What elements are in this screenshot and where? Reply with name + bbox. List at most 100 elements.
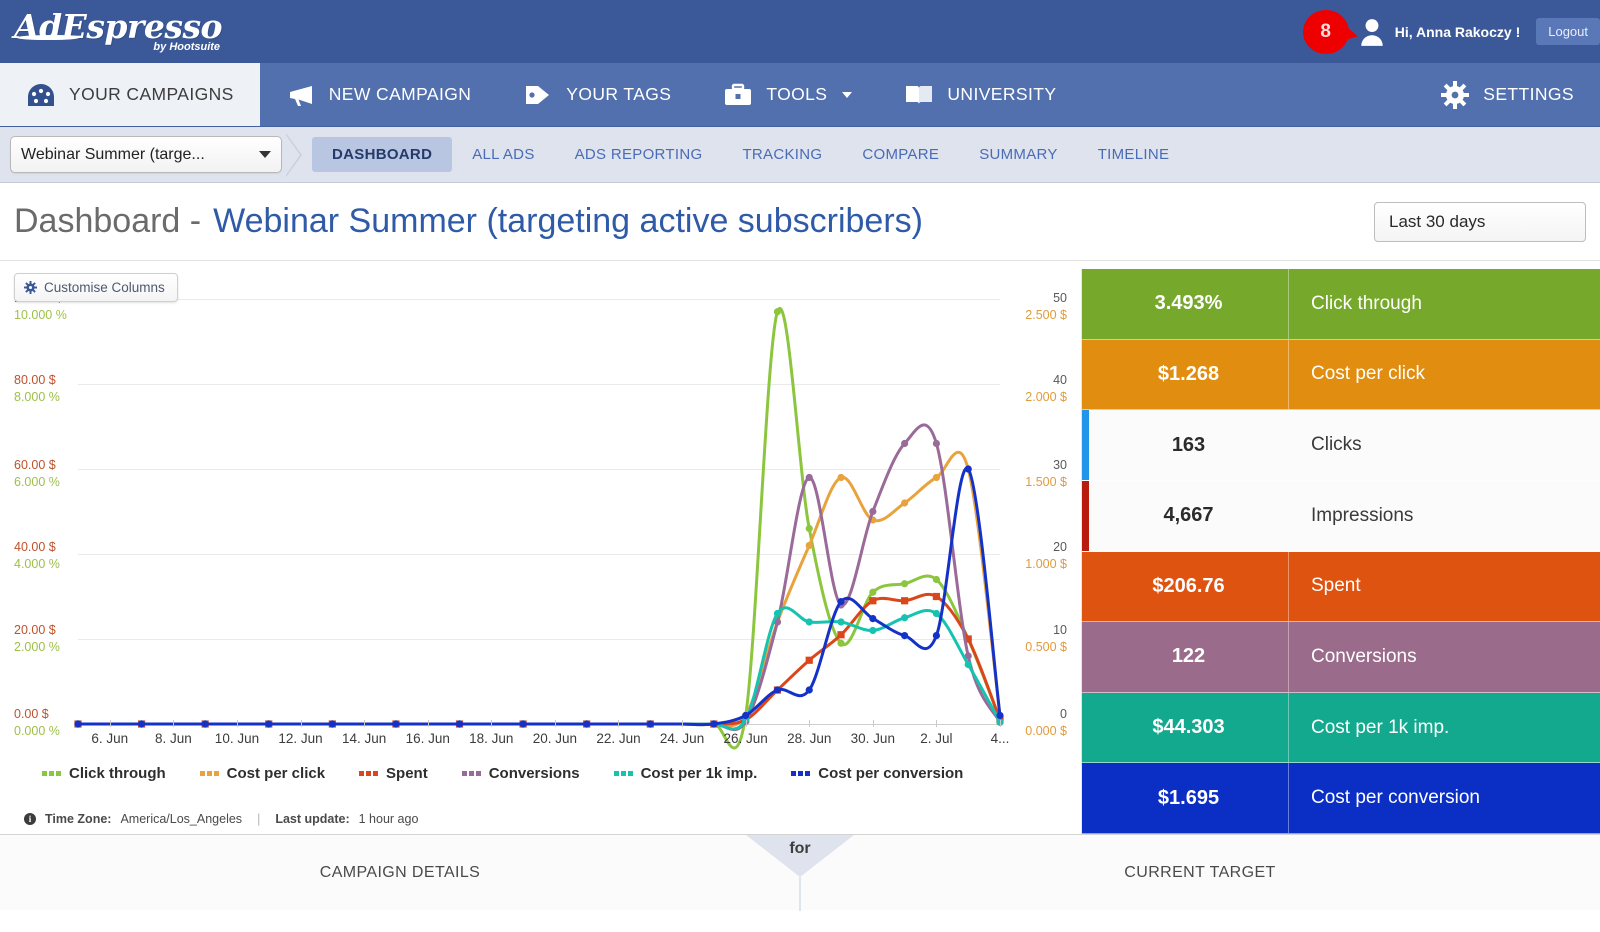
legend-label: Spent <box>386 765 428 782</box>
legend-label: Click through <box>69 765 166 782</box>
x-axis-labels: 6. Jun 8. Jun 10. Jun 12. Jun 14. Jun 16. Jun… <box>78 720 1009 753</box>
legend-marker <box>461 771 481 776</box>
nav-tools-label: TOOLS <box>766 84 828 104</box>
legend-label: Conversions <box>488 765 580 782</box>
nav-your-campaigns[interactable]: YOUR CAMPAIGNS <box>0 63 260 126</box>
customise-columns-label: Customise Columns <box>44 280 165 295</box>
legend-marker-segment <box>359 771 365 776</box>
series-point <box>805 686 813 694</box>
kpi-card-cost-per-conversion[interactable]: $1.695 Cost per conversion <box>1082 763 1600 834</box>
nav-settings[interactable]: SETTINGS <box>1414 63 1600 126</box>
x-axis-label: 12. Jun <box>278 731 323 746</box>
series-point <box>964 465 972 473</box>
series-point <box>805 541 813 550</box>
legend-item-cost-per-1k-imp[interactable]: Cost per 1k imp. <box>613 765 758 782</box>
x-axis-tick <box>809 720 811 727</box>
legend-marker-segment <box>213 771 219 776</box>
x-axis-tick <box>745 720 747 727</box>
series-point <box>837 639 845 647</box>
y-axis-left-percent-tick: 6.000 % <box>14 474 60 489</box>
series-point <box>869 507 877 516</box>
y-axis-right-tick-4: 40 2.000 $ <box>1025 372 1067 406</box>
tab-timeline[interactable]: TIMELINE <box>1078 137 1190 172</box>
series-point <box>932 575 941 584</box>
y-axis-right-money-tick: 1.000 $ <box>1025 556 1067 571</box>
kpi-accent-bar <box>1082 410 1089 480</box>
y-axis-left-percent-tick: 2.000 % <box>14 639 60 654</box>
series-cost-per-click <box>74 450 1004 728</box>
legend-item-conversions[interactable]: Conversions <box>461 765 580 782</box>
legend-marker-segment <box>791 771 797 776</box>
megaphone-icon <box>286 82 316 108</box>
brand-tagline: by Hootsuite <box>153 41 221 53</box>
legend-marker-segment <box>373 771 379 776</box>
y-axis-right-count-tick: 40 <box>1053 373 1067 387</box>
y-axis-left-money-tick: 0.00 $ <box>14 707 49 721</box>
y-axis-right-count-tick: 30 <box>1053 458 1067 472</box>
legend-item-cost-per-click[interactable]: Cost per click <box>199 765 325 782</box>
kpi-card-spent[interactable]: $206.76 Spent <box>1082 551 1600 623</box>
kpi-card-cost-per-1k-imp[interactable]: $44.303 Cost per 1k imp. <box>1082 692 1600 764</box>
campaign-selector[interactable]: Webinar Summer (targe... <box>10 136 282 173</box>
nav-new-campaign[interactable]: NEW CAMPAIGN <box>260 63 498 126</box>
series-point <box>964 660 972 669</box>
legend-item-click-through[interactable]: Click through <box>42 765 166 782</box>
page-title: Dashboard - <box>14 202 202 240</box>
tab-tracking[interactable]: TRACKING <box>722 137 842 172</box>
breadcrumb-arrow <box>286 127 312 183</box>
nav-university[interactable]: UNIVERSITY <box>878 63 1082 126</box>
series-point <box>901 580 909 588</box>
legend-marker-segment <box>475 771 481 776</box>
y-axis-right-count-tick: 20 <box>1053 540 1067 554</box>
nav-tools[interactable]: TOOLS <box>697 63 878 126</box>
y-axis-left-percent-tick: 10.000 % <box>14 307 67 322</box>
series-point <box>869 597 877 605</box>
notification-badge[interactable]: 8 <box>1302 9 1349 54</box>
series-point <box>932 592 941 601</box>
x-axis-label: 30. Jun <box>850 731 895 746</box>
series-point <box>837 598 845 606</box>
series-point <box>901 499 909 507</box>
date-range-selector[interactable]: Last 30 days <box>1374 201 1586 242</box>
kpi-card-conversions[interactable]: 122 Conversions <box>1082 622 1600 693</box>
series-point <box>901 614 909 622</box>
kpi-card-cost-per-click[interactable]: $1.268 Cost per click <box>1082 339 1600 411</box>
x-axis-label: 26. Jun <box>723 731 768 746</box>
for-connector: for <box>746 835 854 911</box>
date-range-value: Last 30 days <box>1389 211 1486 231</box>
series-line <box>76 306 1002 750</box>
tab-all-ads[interactable]: ALL ADS <box>452 137 554 172</box>
kpi-card-click-through[interactable]: 3.493% Click through <box>1082 269 1600 340</box>
campaign-details-label[interactable]: CAMPAIGN DETAILS <box>0 864 800 882</box>
tab-compare[interactable]: COMPARE <box>842 137 959 172</box>
user-greeting: Hi, Anna Rakoczy ! <box>1394 23 1521 40</box>
legend-marker-segment <box>49 771 54 776</box>
adespresso-logo[interactable]: AdEspresso by Hootsuite <box>0 10 223 53</box>
series-line <box>76 450 1002 728</box>
x-axis-tick <box>109 720 111 727</box>
current-target-label[interactable]: CURRENT TARGET <box>800 864 1600 882</box>
series-cost-per-conversion <box>74 465 1004 728</box>
legend-marker-segment <box>461 771 467 776</box>
kpi-value: 3.493% <box>1089 269 1289 339</box>
kpi-card-impressions[interactable]: 4,667 Impressions <box>1082 480 1600 552</box>
kpi-accent-bar <box>1082 692 1089 763</box>
customise-columns-button[interactable]: Customise Columns <box>14 273 178 302</box>
nav-your-tags[interactable]: YOUR TAGS <box>497 63 697 126</box>
page-header: Dashboard - Webinar Summer (targeting ac… <box>0 183 1600 261</box>
legend-marker <box>199 771 219 776</box>
y-axis-right-count-tick: 0 <box>1060 707 1067 721</box>
legend-label: Cost per 1k imp. <box>640 765 758 782</box>
tab-summary[interactable]: SUMMARY <box>959 137 1078 172</box>
logout-button[interactable]: Logout <box>1536 18 1600 45</box>
legend-item-spent[interactable]: Spent <box>359 765 428 782</box>
tab-dashboard[interactable]: DASHBOARD <box>312 137 453 172</box>
user-avatar-icon[interactable] <box>1359 17 1385 47</box>
series-point <box>742 711 750 720</box>
legend-item-cost-per-conversion[interactable]: Cost per conversion <box>791 765 963 782</box>
kpi-accent-bar <box>1082 269 1089 339</box>
tab-ads-reporting[interactable]: ADS REPORTING <box>555 137 723 172</box>
connector-stem <box>799 877 801 911</box>
kpi-card-clicks[interactable]: 163 Clicks <box>1082 410 1600 481</box>
footer-divider: | <box>257 812 261 826</box>
